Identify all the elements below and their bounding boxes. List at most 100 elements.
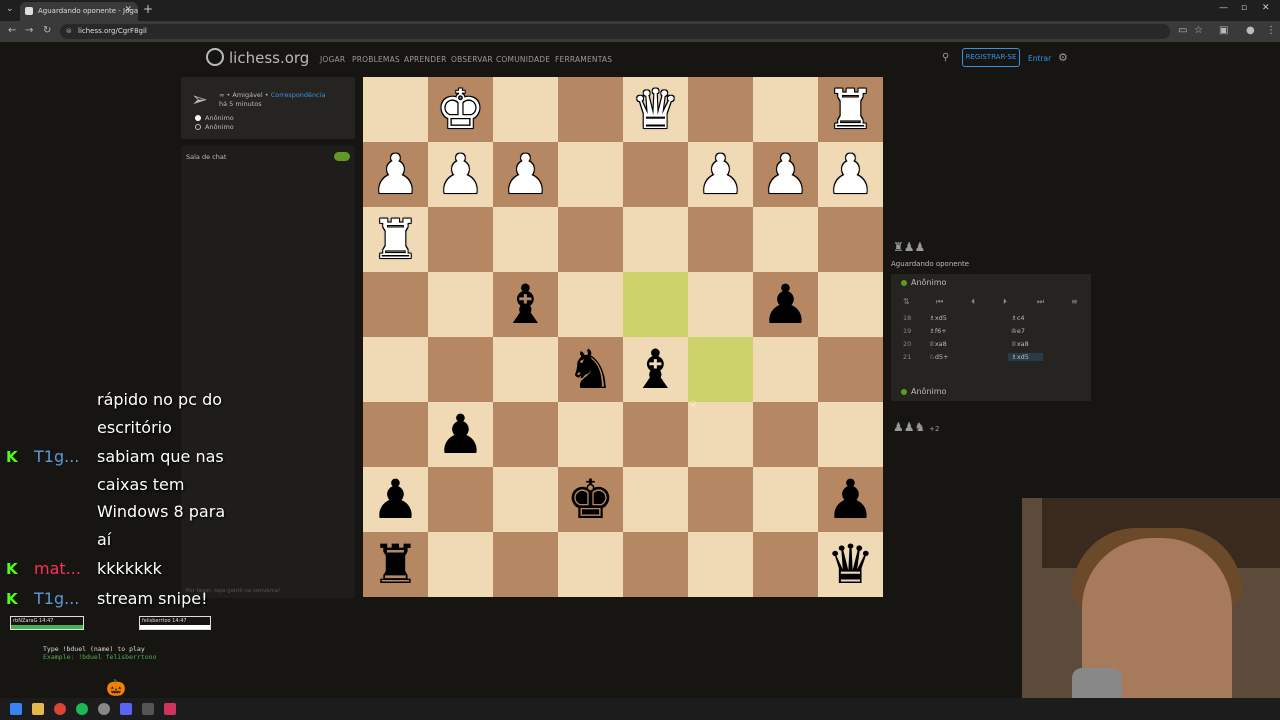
close-tab-icon[interactable]: ✕ xyxy=(124,5,132,15)
square-h6[interactable] xyxy=(363,402,428,467)
nav-ferramentas[interactable]: FERRAMENTAS xyxy=(555,55,612,64)
square-a5[interactable] xyxy=(818,337,883,402)
install-icon[interactable]: ▭ xyxy=(1178,25,1187,36)
white-piece-g2[interactable]: ♟ xyxy=(428,142,493,207)
square-f5[interactable] xyxy=(493,337,558,402)
app-icon[interactable] xyxy=(164,703,176,715)
browser-tab[interactable]: Aguardando oponente - Jogar ✕ xyxy=(20,2,138,21)
extensions-icon[interactable]: ▣ xyxy=(1219,25,1228,36)
square-e4[interactable] xyxy=(558,272,623,337)
reload-icon[interactable]: ↻ xyxy=(43,25,51,36)
white-piece-f2[interactable]: ♟ xyxy=(493,142,558,207)
black-piece-h7[interactable]: ♟ xyxy=(363,467,428,532)
menu-lines-icon[interactable]: ≡ xyxy=(1071,297,1078,306)
discord-icon[interactable] xyxy=(120,703,132,715)
white-piece-b2[interactable]: ♟ xyxy=(753,142,818,207)
square-h4[interactable] xyxy=(363,272,428,337)
square-b3[interactable] xyxy=(753,207,818,272)
chat-toggle[interactable] xyxy=(334,152,350,161)
register-button[interactable]: REGISTRAR-SE xyxy=(962,48,1020,67)
square-c3[interactable] xyxy=(688,207,753,272)
back-icon[interactable]: ← xyxy=(8,25,16,36)
square-g5[interactable] xyxy=(428,337,493,402)
last-move-icon[interactable]: ⏭ xyxy=(1037,297,1044,307)
square-f3[interactable] xyxy=(493,207,558,272)
square-a6[interactable] xyxy=(818,402,883,467)
square-d3[interactable] xyxy=(623,207,688,272)
flip-board-icon[interactable]: ⇅ xyxy=(903,297,910,306)
white-piece-g1[interactable]: ♚ xyxy=(428,77,493,142)
square-c4[interactable] xyxy=(688,272,753,337)
white-move[interactable]: ♗f6+ xyxy=(929,327,947,335)
gear-icon[interactable]: ⚙ xyxy=(1058,51,1068,64)
new-tab-icon[interactable]: + xyxy=(143,2,153,16)
white-piece-h2[interactable]: ♟ xyxy=(363,142,428,207)
white-piece-h3[interactable]: ♜ xyxy=(363,207,428,272)
white-move[interactable]: ♕xa8 xyxy=(929,340,947,348)
site-info-icon[interactable]: ⊜ xyxy=(66,27,72,35)
menu-icon[interactable]: ⋮ xyxy=(1266,25,1276,36)
square-e3[interactable] xyxy=(558,207,623,272)
square-b7[interactable] xyxy=(753,467,818,532)
square-e6[interactable] xyxy=(558,402,623,467)
square-e8[interactable] xyxy=(558,532,623,597)
square-e1[interactable] xyxy=(558,77,623,142)
square-g7[interactable] xyxy=(428,467,493,532)
square-d6[interactable] xyxy=(623,402,688,467)
square-c7[interactable] xyxy=(688,467,753,532)
player-black[interactable]: Anônimo xyxy=(195,123,234,131)
black-piece-g6[interactable]: ♟ xyxy=(428,402,493,467)
tab-search-icon[interactable]: ⌄ xyxy=(6,4,14,14)
square-d8[interactable] xyxy=(623,532,688,597)
square-h1[interactable] xyxy=(363,77,428,142)
black-piece-a7[interactable]: ♟ xyxy=(818,467,883,532)
square-g8[interactable] xyxy=(428,532,493,597)
square-b8[interactable] xyxy=(753,532,818,597)
chess-board[interactable]: ♚ ♛ ♜ ♟ ♟ ♟ ♟ ♟ ♟ ♜ ♝ ♟ ♞ ♝ ♟ ♟ ♚ ♟ ♜ ♛ xyxy=(363,77,883,597)
close-window-icon[interactable]: ✕ xyxy=(1262,3,1270,13)
profile-icon[interactable]: ● xyxy=(1246,25,1255,36)
square-g4[interactable] xyxy=(428,272,493,337)
terminal-icon[interactable] xyxy=(142,703,154,715)
square-b1[interactable] xyxy=(753,77,818,142)
white-piece-d1[interactable]: ♛ xyxy=(623,77,688,142)
white-piece-a1[interactable]: ♜ xyxy=(818,77,883,142)
square-e2[interactable] xyxy=(558,142,623,207)
square-c1[interactable] xyxy=(688,77,753,142)
url-field[interactable]: ⊜ lichess.org/CgrF8gil xyxy=(60,24,1170,39)
square-c8[interactable] xyxy=(688,532,753,597)
explorer-icon[interactable] xyxy=(32,703,44,715)
forward-icon[interactable]: → xyxy=(25,25,33,36)
square-d2[interactable] xyxy=(623,142,688,207)
black-piece-f4[interactable]: ♝ xyxy=(493,272,558,337)
black-piece-a8[interactable]: ♛ xyxy=(818,532,883,597)
square-b5[interactable] xyxy=(753,337,818,402)
square-f8[interactable] xyxy=(493,532,558,597)
square-c5[interactable] xyxy=(688,337,753,402)
white-move[interactable]: ♗xd5 xyxy=(929,314,947,322)
white-move[interactable]: ♘d5+ xyxy=(929,353,949,361)
black-piece-b4[interactable]: ♟ xyxy=(753,272,818,337)
square-d4[interactable] xyxy=(623,272,688,337)
nav-comunidade[interactable]: COMUNIDADE xyxy=(496,55,550,64)
player-white[interactable]: Anônimo xyxy=(195,114,234,122)
login-link[interactable]: Entrar xyxy=(1028,54,1051,63)
first-move-icon[interactable]: ⏮ xyxy=(936,297,943,307)
black-move[interactable]: ♗xd5 xyxy=(1008,353,1043,361)
square-h5[interactable] xyxy=(363,337,428,402)
black-move[interactable]: ♗c4 xyxy=(1011,314,1025,322)
spotify-icon[interactable] xyxy=(76,703,88,715)
black-move[interactable]: ♕xa8 xyxy=(1011,340,1029,348)
nav-problemas[interactable]: PROBLEMAS xyxy=(352,55,400,64)
nav-jogar[interactable]: JOGAR xyxy=(320,55,345,64)
nav-observar[interactable]: OBSERVAR xyxy=(451,55,493,64)
square-f1[interactable] xyxy=(493,77,558,142)
white-piece-a2[interactable]: ♟ xyxy=(818,142,883,207)
player-top[interactable]: Anônimo xyxy=(891,274,1091,292)
start-icon[interactable] xyxy=(10,703,22,715)
square-a4[interactable] xyxy=(818,272,883,337)
search-icon[interactable]: ⚲ xyxy=(942,52,949,63)
square-f7[interactable] xyxy=(493,467,558,532)
variant-link[interactable]: Correspondência xyxy=(271,91,326,99)
chrome-icon[interactable] xyxy=(54,703,66,715)
